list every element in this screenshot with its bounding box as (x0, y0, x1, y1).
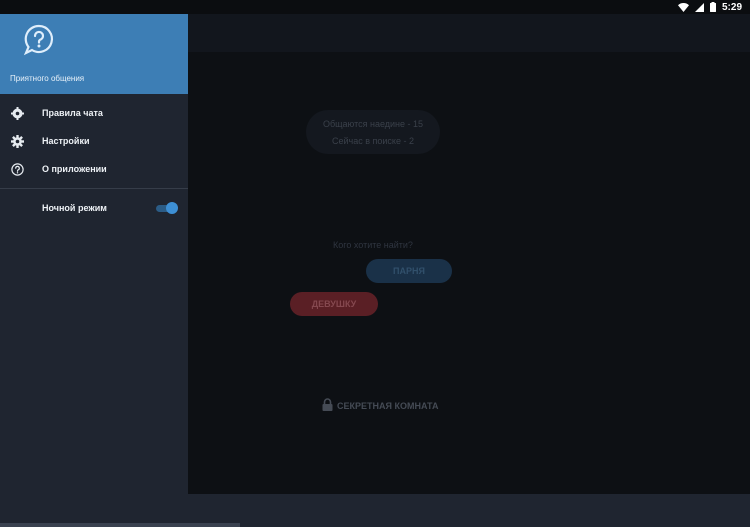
wifi-icon (677, 2, 689, 12)
status-time: 5:29 (721, 1, 742, 13)
menu-label-night-mode: Ночной режим (42, 203, 107, 213)
chatting-count: Общаются наедине - 15 (322, 119, 424, 129)
app-root: Общаются наедине - 15 Сейчас в поиске - … (0, 14, 750, 527)
drawer-header-text: Приятного общения (10, 74, 85, 83)
status-icons: 5:29 (677, 1, 742, 13)
menu-label-chat-rules: Правила чата (42, 108, 103, 118)
secret-room-button[interactable]: СЕКРЕТНАЯ КОМНАТА (322, 398, 438, 413)
moon-icon (10, 201, 24, 215)
find-girl-button[interactable]: ДЕВУШКУ (290, 292, 378, 316)
stats-card (306, 110, 440, 154)
help-circle-icon (10, 162, 24, 176)
secret-room-label: СЕКРЕТНАЯ КОМНАТА (337, 400, 439, 411)
question-bubble-icon (23, 24, 55, 56)
main-toolbar (188, 14, 750, 52)
toggle-thumb (166, 202, 178, 214)
drawer-divider (0, 188, 188, 189)
night-mode-toggle[interactable] (156, 202, 178, 214)
settings-icon (10, 134, 24, 148)
menu-item-chat-rules[interactable]: Правила чата (0, 99, 188, 127)
bottom-bar (188, 494, 750, 527)
menu-item-about[interactable]: О приложении (0, 155, 188, 183)
lock-icon (322, 398, 333, 413)
menu-label-settings: Настройки (42, 136, 90, 146)
drawer-header: Приятного общения (0, 14, 188, 94)
find-guy-button[interactable]: ПАРНЯ (366, 259, 452, 283)
who-to-find-label: Кого хотите найти? (333, 240, 413, 250)
signal-icon (694, 2, 704, 12)
main-content (188, 14, 750, 494)
menu-item-settings[interactable]: Настройки (0, 127, 188, 155)
battery-icon (709, 2, 716, 12)
menu-label-about: О приложении (42, 164, 107, 174)
navigation-drawer: Приятного общения Правила чата Настройки… (0, 14, 188, 527)
bottom-indicator (0, 523, 240, 527)
gear-rules-icon (10, 106, 24, 120)
status-bar: 5:29 (0, 0, 750, 14)
searching-count: Сейчас в поиске - 2 (332, 136, 414, 146)
